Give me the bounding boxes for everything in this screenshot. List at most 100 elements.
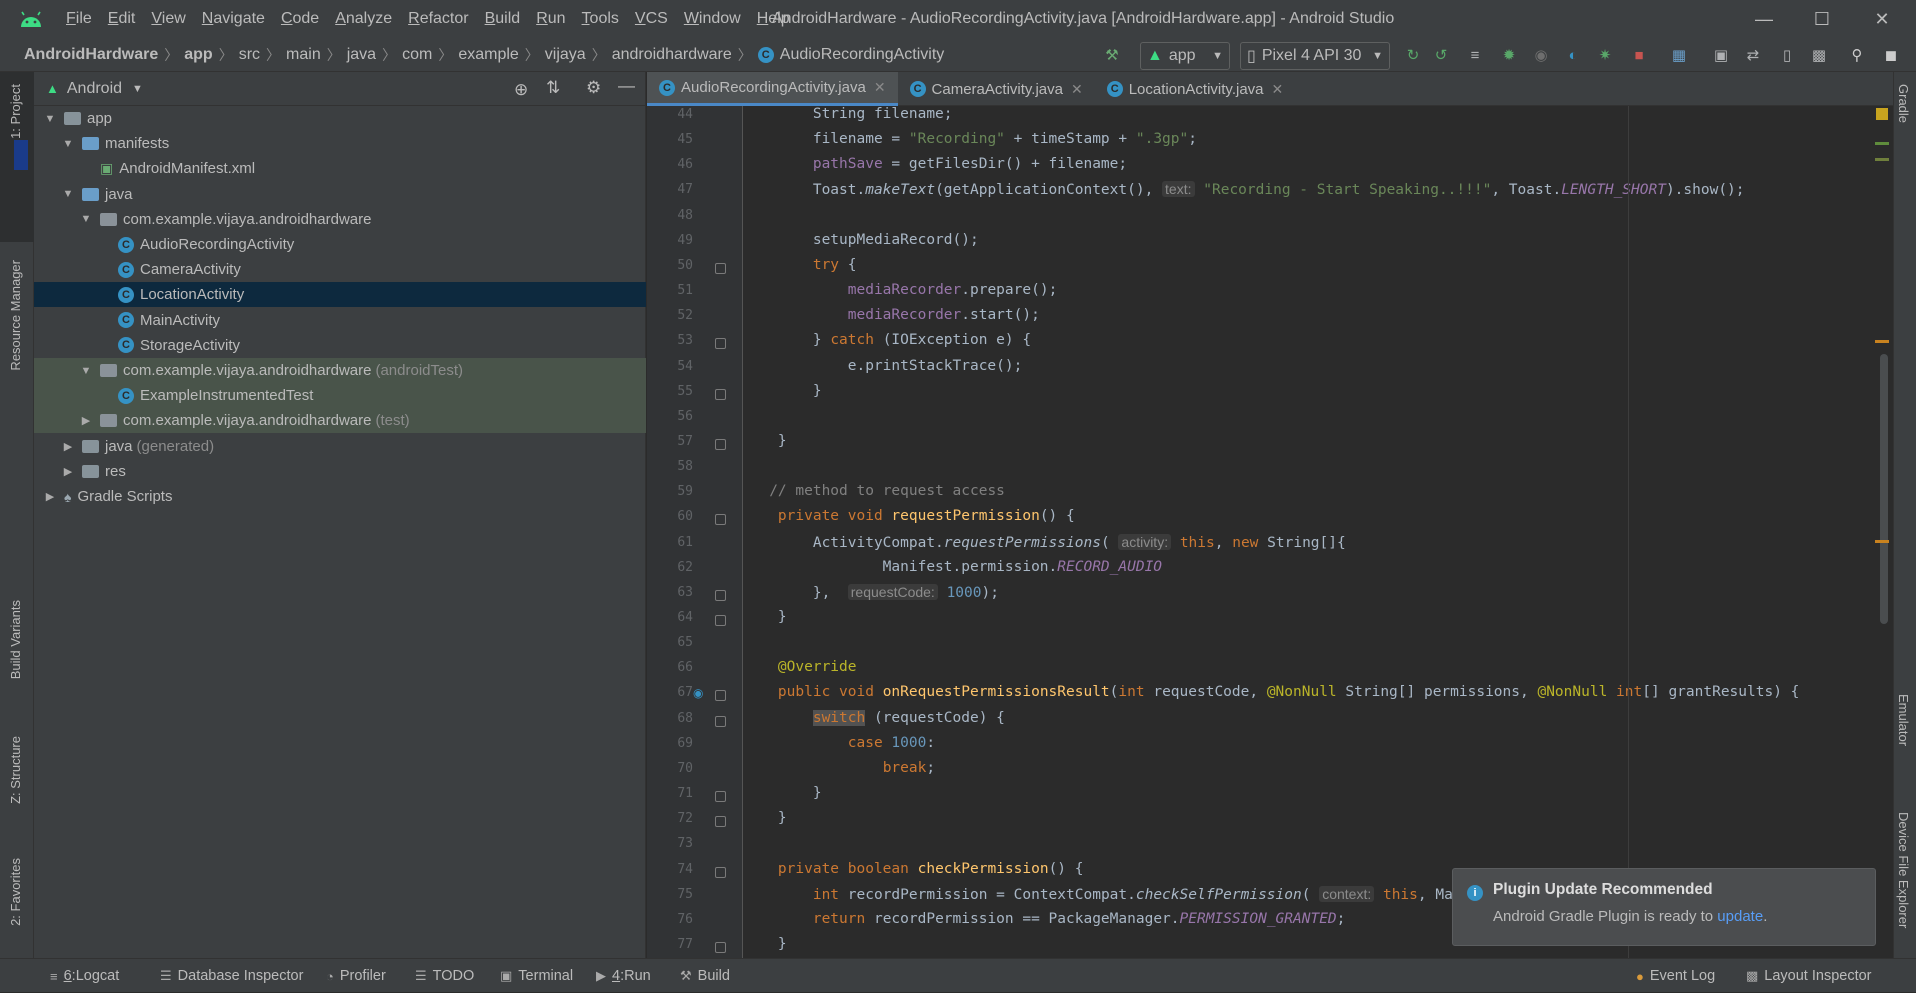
menu-build[interactable]: Build [477,0,529,38]
fold-marker-icon[interactable] [715,262,726,274]
fold-marker-icon[interactable] [715,941,726,953]
terminal-window-icon[interactable]: ▣ [1710,44,1732,66]
chevron-down-icon[interactable]: ▼ [62,188,74,200]
fold-marker-icon[interactable] [715,514,726,526]
close-window-button[interactable]: ✕ [1854,0,1910,38]
code-line[interactable]: } [743,781,822,806]
account-icon[interactable]: ◼ [1880,44,1902,66]
menu-vcs[interactable]: VCS [627,0,676,38]
tree-item[interactable]: C StorageActivity [34,333,646,358]
chevron-down-icon[interactable]: ▼ [62,138,74,150]
close-icon[interactable]: ✕ [1071,81,1083,98]
fold-marker-icon[interactable] [715,589,726,601]
update-link[interactable]: update [1717,908,1763,925]
code-line[interactable]: } catch (IOException e) { [743,328,1031,353]
bottom-tab-logcat[interactable]: ≡ 6: Logcat [50,959,119,993]
breadcrumb-item[interactable]: java [347,46,376,64]
code-line[interactable]: } [743,806,787,831]
device-select[interactable]: ▯ Pixel 4 API 30 ▼ [1240,42,1390,70]
tree-item[interactable]: C MainActivity [34,308,646,333]
search-icon[interactable]: ⚲ [1846,44,1868,66]
chevron-right-icon[interactable]: ▶ [80,414,92,427]
editor-tab[interactable]: C CameraActivity.java ✕ [898,72,1095,106]
bottom-tab-layout-inspector[interactable]: ▩ Layout Inspector [1746,959,1872,993]
bottom-tab-build[interactable]: ⚒ Build [680,959,730,993]
profiler-icon[interactable]: ◐ [1562,44,1584,66]
tree-item[interactable]: C ExampleInstrumentedTest [34,383,646,409]
menu-edit[interactable]: Edit [100,0,144,38]
apply-changes-icon[interactable]: ↺ [1430,44,1452,66]
close-icon[interactable]: ✕ [874,79,886,96]
fold-marker-icon[interactable] [715,715,726,727]
run-config-select[interactable]: ▲ app ▼ [1140,42,1230,70]
project-structure-icon[interactable]: ▦ [1668,44,1690,66]
maximize-button[interactable]: ☐ [1794,0,1850,38]
code-line[interactable]: return recordPermission == PackageManage… [743,907,1346,932]
code-line[interactable]: // method to request access [743,479,1005,504]
tree-item[interactable]: ▶ com.example.vijaya.androidhardware (test… [34,408,646,434]
fold-marker-icon[interactable] [715,615,726,626]
locate-icon[interactable]: ⊕ [514,80,528,100]
code-line[interactable]: break; [743,756,935,781]
code-line[interactable]: }, requestCode: 1000); [743,580,999,605]
tool-tab-structure[interactable]: Z: Structure [8,736,23,804]
chevron-right-icon[interactable]: ▶ [62,440,74,453]
fold-marker-icon[interactable] [715,866,726,878]
chevron-down-icon[interactable]: ▼ [44,113,56,125]
bottom-tab-database-inspector[interactable]: ☰ Database Inspector [160,959,303,993]
code-line[interactable]: String filename; [743,106,953,127]
chevron-down-icon[interactable]: ▼ [132,83,143,95]
breadcrumb-item[interactable]: example [458,46,518,64]
plugin-update-notification[interactable]: i Plugin Update Recommended Android Grad… [1452,868,1876,946]
chevron-right-icon[interactable]: ▶ [62,465,74,478]
attach-debugger-icon[interactable]: ◉ [1530,44,1552,66]
code-line[interactable]: } [743,932,787,957]
menu-analyze[interactable]: Analyze [327,0,400,38]
menu-window[interactable]: Window [676,0,749,38]
breadcrumb-item[interactable]: main [286,46,321,64]
code-line[interactable]: e.printStackTrace(); [743,354,1023,379]
breadcrumb-item[interactable]: app [184,46,212,64]
code-line[interactable]: switch (requestCode) { [743,706,1005,731]
menu-code[interactable]: Code [273,0,327,38]
menu-navigate[interactable]: Navigate [194,0,273,38]
tool-tab-emulator[interactable]: Emulator [1896,694,1911,746]
editor-tab[interactable]: C AudioRecordingActivity.java ✕ [647,72,898,106]
menu-file[interactable]: File [58,0,100,38]
menu-run[interactable]: Run [528,0,573,38]
tree-item[interactable]: ▼ manifests [34,131,646,156]
code-line[interactable]: Toast.makeText(getApplicationContext(), … [743,177,1745,202]
hammer-build-icon[interactable]: ⚒ [1101,44,1123,66]
code-line[interactable]: filename = "Recording" + timeStamp + ".3… [743,127,1197,152]
tool-tab-build-variants[interactable]: Build Variants [8,600,23,679]
hide-panel-icon[interactable]: — [618,76,635,96]
code-line[interactable]: mediaRecorder.prepare(); [743,278,1058,303]
code-line[interactable]: try { [743,253,857,278]
tool-tab-resource-manager[interactable]: Resource Manager [8,260,23,371]
gear-icon[interactable]: ⚙ [586,78,601,98]
tree-item[interactable]: ▼ java [34,182,646,207]
tool-tab-project[interactable]: 1: Project [8,84,23,139]
avd-manager-icon[interactable]: ▯ [1776,44,1798,66]
bottom-tab-terminal[interactable]: ▣ Terminal [500,959,573,993]
project-view-select[interactable]: Android [67,80,122,98]
warning-marker[interactable] [1875,340,1889,343]
tree-item[interactable]: ▼ com.example.vijaya.androidhardware [34,207,646,232]
breadcrumb-item[interactable]: C AudioRecordingActivity [757,46,944,64]
breadcrumb-item[interactable]: src [239,46,260,64]
editor-scrollbar[interactable] [1873,106,1893,958]
breadcrumb-item[interactable]: androidhardware [612,46,732,64]
code-line[interactable]: private boolean checkPermission() { [743,857,1084,882]
menu-refactor[interactable]: Refactor [400,0,476,38]
scroll-thumb[interactable] [1880,354,1888,624]
sdk-manager-icon[interactable]: ▩ [1808,44,1830,66]
apply-code-changes-icon[interactable]: ≡ [1464,44,1486,66]
tree-item[interactable]: ▣ AndroidManifest.xml [34,156,646,181]
code-line[interactable]: pathSave = getFilesDir() + filename; [743,152,1127,177]
tool-tab-gradle[interactable]: Gradle [1896,84,1911,123]
stop-icon[interactable]: ■ [1628,44,1650,66]
fold-marker-icon[interactable] [715,388,726,400]
code-line[interactable]: Manifest.permission.RECORD_AUDIO [743,555,1162,580]
code-line[interactable]: mediaRecorder.start(); [743,303,1040,328]
tree-item[interactable]: C CameraActivity [34,257,646,282]
